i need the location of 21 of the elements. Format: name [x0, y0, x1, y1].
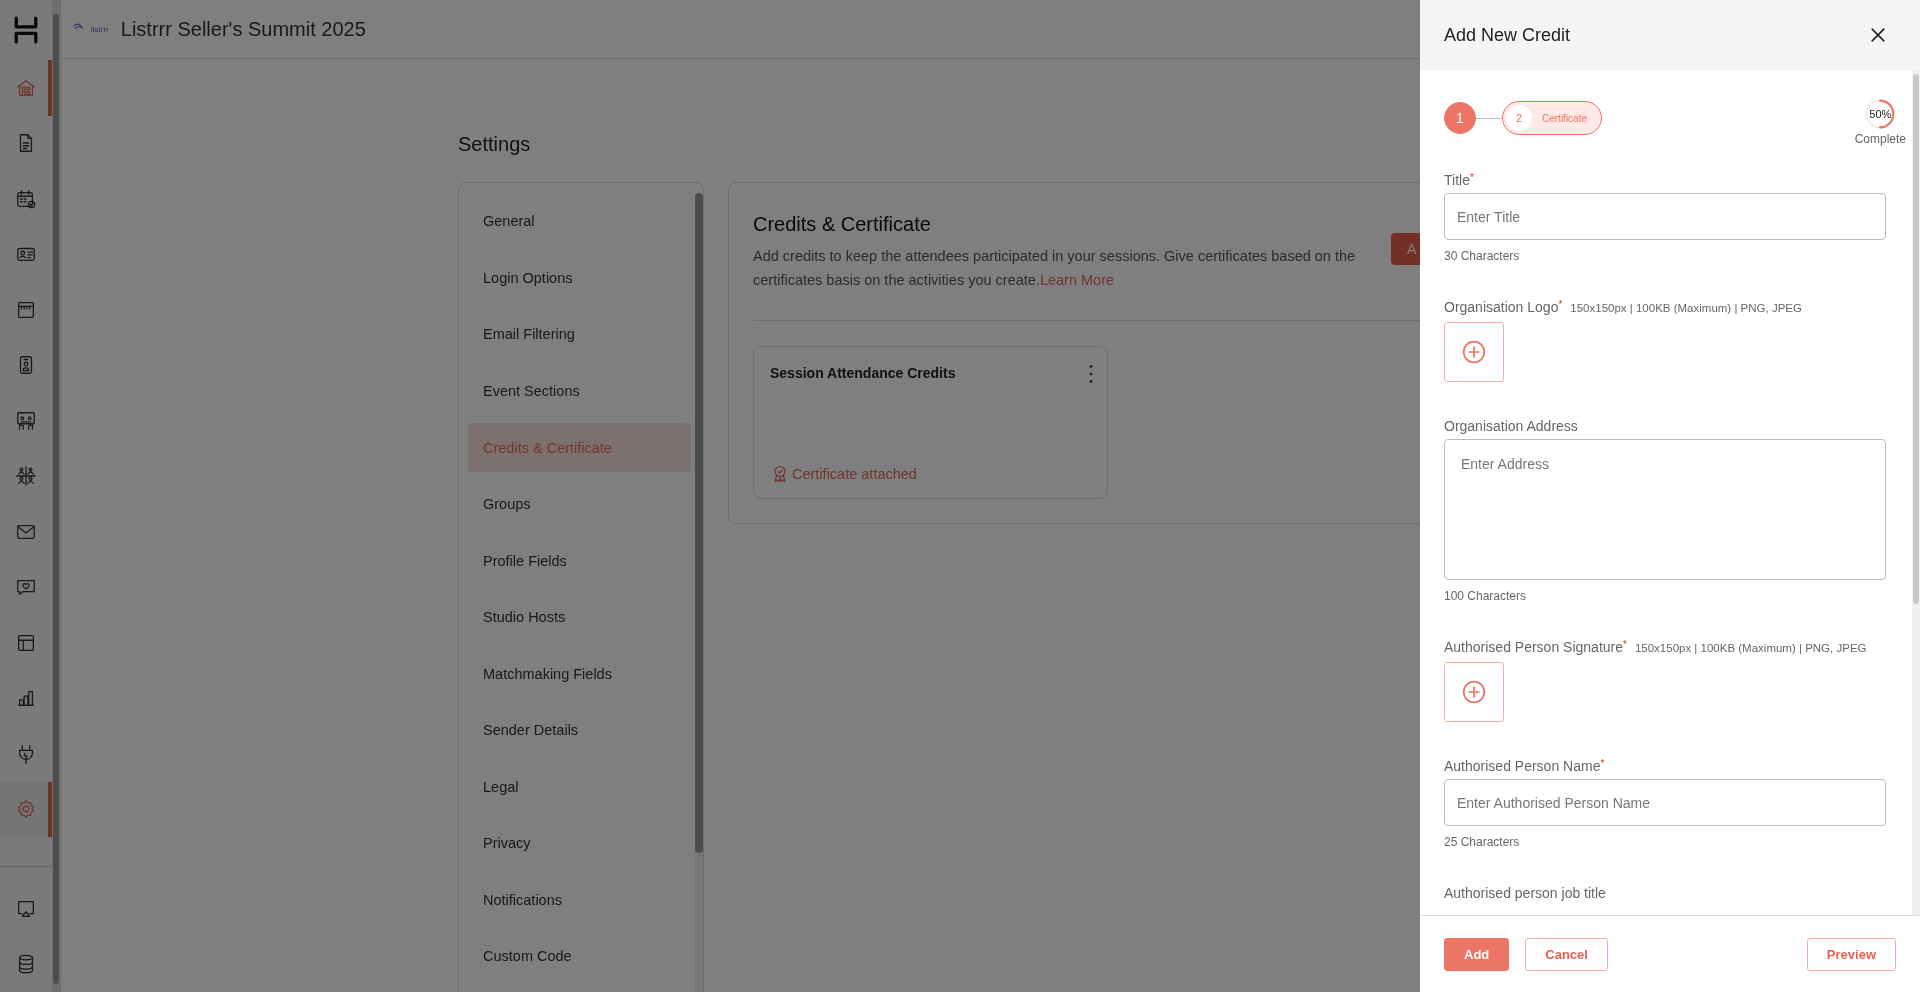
character-limit: 30 Characters [1444, 249, 1521, 263]
progress-caption: Complete [1854, 132, 1906, 146]
upload-hint: 150x150px | 100KB (Maximum) | PNG, JPEG [1634, 642, 1867, 654]
field-label: Authorised Person Name* [1444, 758, 1605, 774]
credit-title: Session Attendance Credits [770, 365, 956, 383]
field-label: Title* [1444, 172, 1474, 188]
page-title: Settings [458, 133, 531, 156]
field-label: Authorised Person Signature* [1444, 639, 1627, 655]
field-label: Authorised person job title [1444, 885, 1606, 901]
section-title: Credits & Certificate [753, 213, 932, 236]
progress-reading: 50% [1869, 108, 1892, 120]
upload-hint: 150x150px | 100KB (Maximum) | PNG, JPEG [1570, 302, 1802, 314]
field-label: Organisation Logo* [1444, 299, 1563, 315]
section-description: Add credits to keep the attendees participated in your sessions. Give certificates based on the certificates basis on the activities you create.Learn More [753, 247, 1357, 290]
character-limit: 25 Characters [1444, 835, 1521, 849]
certificate-status: Certificate attached [792, 466, 917, 482]
field-label: Organisation Address [1444, 418, 1578, 434]
brand-name: listrrr [91, 24, 109, 34]
character-limit: 100 Characters [1444, 589, 1528, 603]
event-title: Listrrr Seller's Summit 2025 [120, 17, 366, 41]
drawer-title: Add New Credit [1444, 24, 1571, 46]
